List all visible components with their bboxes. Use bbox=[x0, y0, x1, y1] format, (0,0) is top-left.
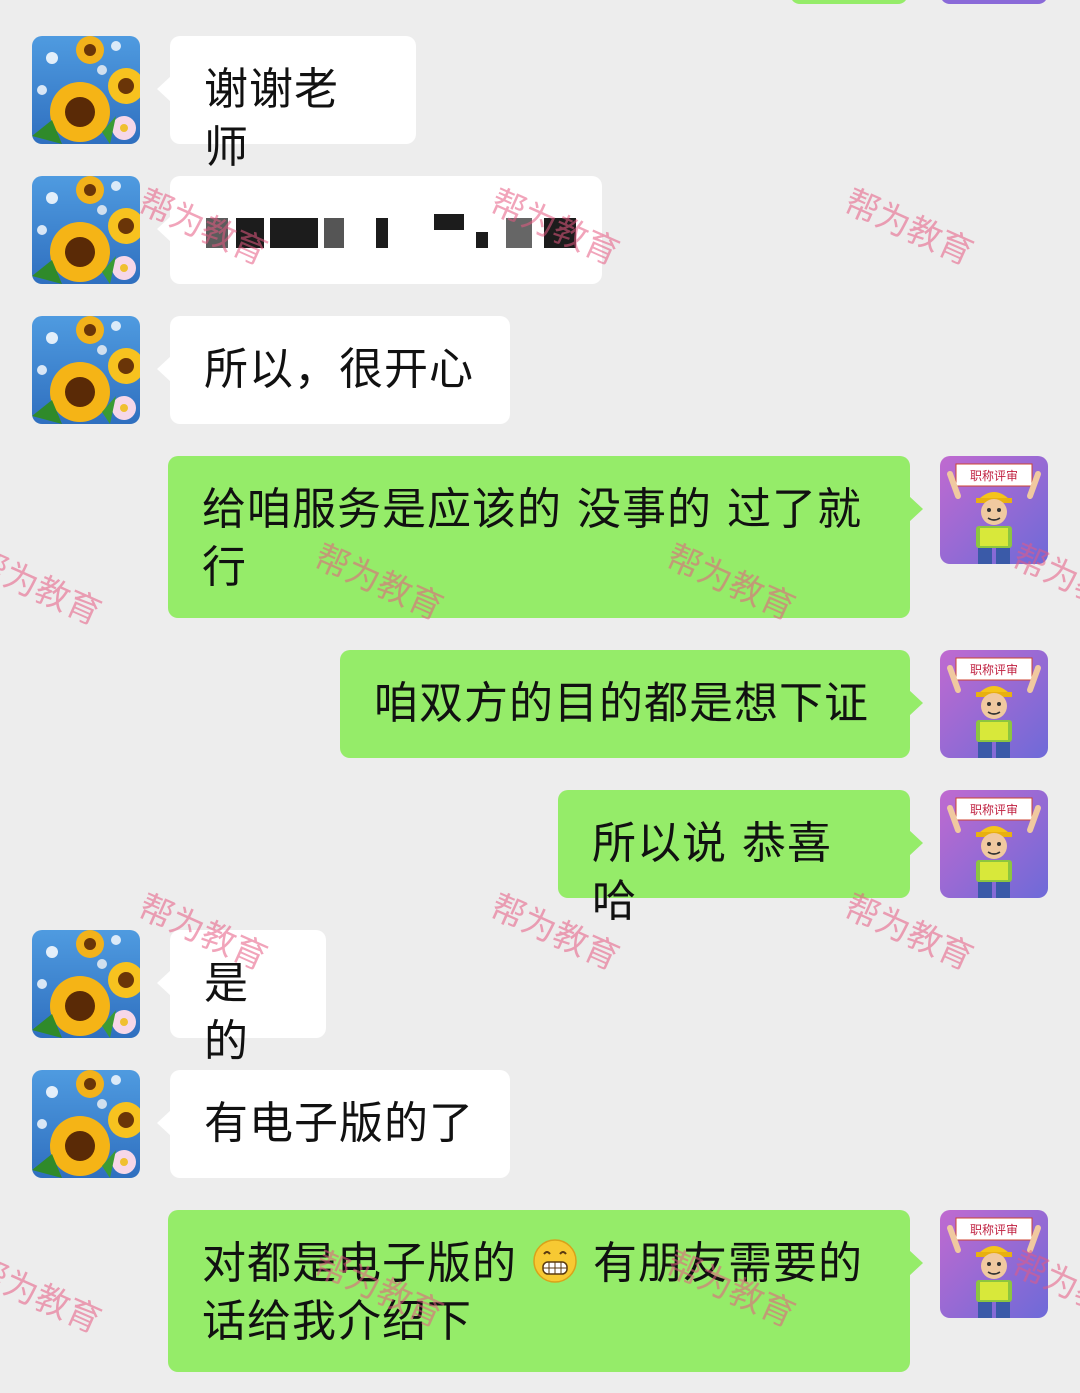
grinning-face-emoji-icon bbox=[533, 1239, 577, 1283]
message-bubble[interactable]: 对都是电子版的 有朋友需要的 话给我介绍下 bbox=[168, 1210, 923, 1372]
watermark: 帮为教育 bbox=[0, 1249, 107, 1342]
customer-avatar[interactable] bbox=[32, 316, 140, 424]
customer-avatar[interactable] bbox=[32, 176, 140, 284]
message-bubble[interactable]: 所以，很开心 bbox=[157, 316, 510, 424]
watermark: 帮为教育 bbox=[0, 541, 107, 634]
message-bubble[interactable]: 有电子版的了 bbox=[157, 1070, 510, 1178]
previous-bubble-fragment bbox=[790, 0, 908, 4]
message-bubble[interactable]: 咱双方的目的都是想下证 bbox=[340, 650, 923, 758]
redacted-message-bubble[interactable] bbox=[157, 176, 602, 284]
agent-avatar[interactable] bbox=[940, 790, 1048, 898]
watermark: 帮为教育 bbox=[838, 181, 979, 274]
message-bubble[interactable]: 所以说 恭喜哈 bbox=[558, 790, 923, 927]
agent-avatar[interactable] bbox=[940, 650, 1048, 758]
worker-avatar-icon bbox=[940, 650, 1048, 758]
sunflower-avatar-icon bbox=[32, 930, 140, 1038]
message-text: 对都是电子版的 bbox=[202, 1238, 517, 1289]
sunflower-avatar-icon bbox=[32, 176, 140, 284]
customer-avatar[interactable] bbox=[32, 36, 140, 144]
sunflower-avatar-icon bbox=[32, 316, 140, 424]
agent-avatar[interactable] bbox=[940, 456, 1048, 564]
previous-avatar-fragment bbox=[940, 0, 1048, 4]
message-line: 话给我介绍下 bbox=[202, 1296, 472, 1347]
message-text: 有朋友需要的 bbox=[593, 1238, 863, 1289]
pixelated-redaction bbox=[206, 214, 586, 248]
worker-avatar-icon bbox=[940, 790, 1048, 898]
message-line: 对都是电子版的 有朋友需要的 bbox=[202, 1235, 876, 1293]
worker-avatar-icon bbox=[940, 456, 1048, 564]
message-bubble[interactable]: 给咱服务是应该的 没事的 过了就 行 bbox=[168, 456, 923, 618]
sunflower-avatar-icon bbox=[32, 36, 140, 144]
sunflower-avatar-icon bbox=[32, 1070, 140, 1178]
customer-avatar[interactable] bbox=[32, 1070, 140, 1178]
message-line: 行 bbox=[202, 542, 247, 593]
agent-avatar[interactable] bbox=[940, 1210, 1048, 1318]
worker-avatar-icon bbox=[940, 1210, 1048, 1318]
message-bubble[interactable]: 是的 bbox=[157, 930, 326, 1067]
message-line: 给咱服务是应该的 没事的 过了就 bbox=[202, 484, 862, 535]
message-bubble[interactable]: 谢谢老师 bbox=[157, 36, 416, 173]
customer-avatar[interactable] bbox=[32, 930, 140, 1038]
